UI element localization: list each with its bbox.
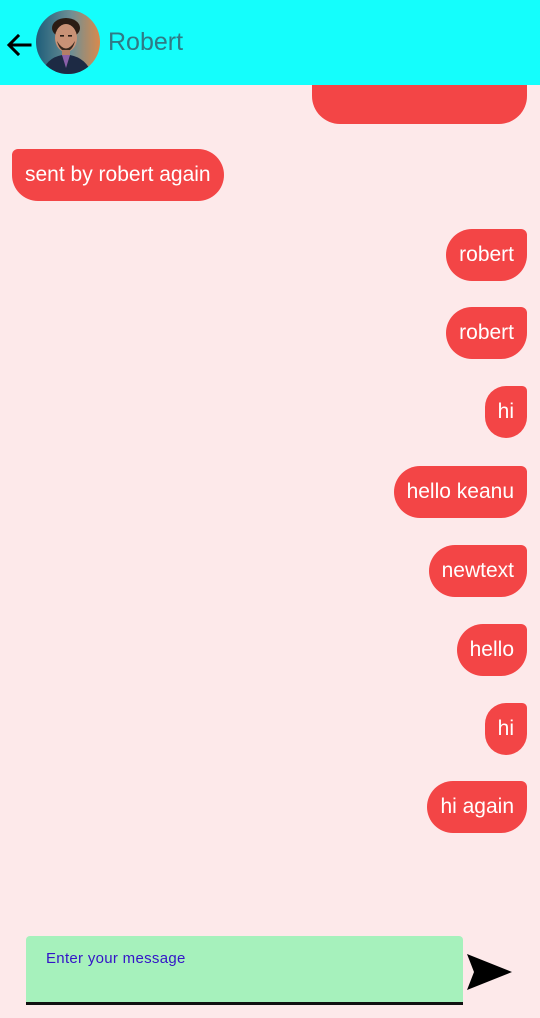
message-bubble-sent[interactable]: hello — [456, 624, 527, 676]
message-bubble-sent[interactable]: newtext — [428, 545, 527, 597]
arrow-left-icon[interactable] — [4, 30, 34, 60]
contact-name: Robert — [108, 28, 184, 56]
message-bubble-sent[interactable]: hi — [484, 703, 527, 755]
message-bubble-sent[interactable]: hello keanu — [393, 466, 527, 518]
message-bubble-received[interactable]: sent by robert again — [12, 149, 224, 201]
message-bubble-sent[interactable] — [312, 85, 527, 124]
chat-header: Robert — [0, 0, 540, 85]
send-icon[interactable] — [464, 950, 514, 994]
message-bubble-sent[interactable]: hi again — [427, 781, 527, 833]
message-bubble-sent[interactable]: hi — [484, 386, 527, 438]
message-bubble-sent[interactable]: robert — [446, 229, 527, 281]
message-bubble-sent[interactable]: robert — [446, 307, 527, 359]
message-input-placeholder: Enter your message — [46, 950, 186, 967]
message-input[interactable]: Enter your message — [26, 936, 463, 1005]
message-list[interactable]: sent by robert again robert robert hi he… — [0, 85, 540, 925]
avatar-image — [36, 10, 100, 74]
avatar[interactable] — [36, 10, 100, 74]
